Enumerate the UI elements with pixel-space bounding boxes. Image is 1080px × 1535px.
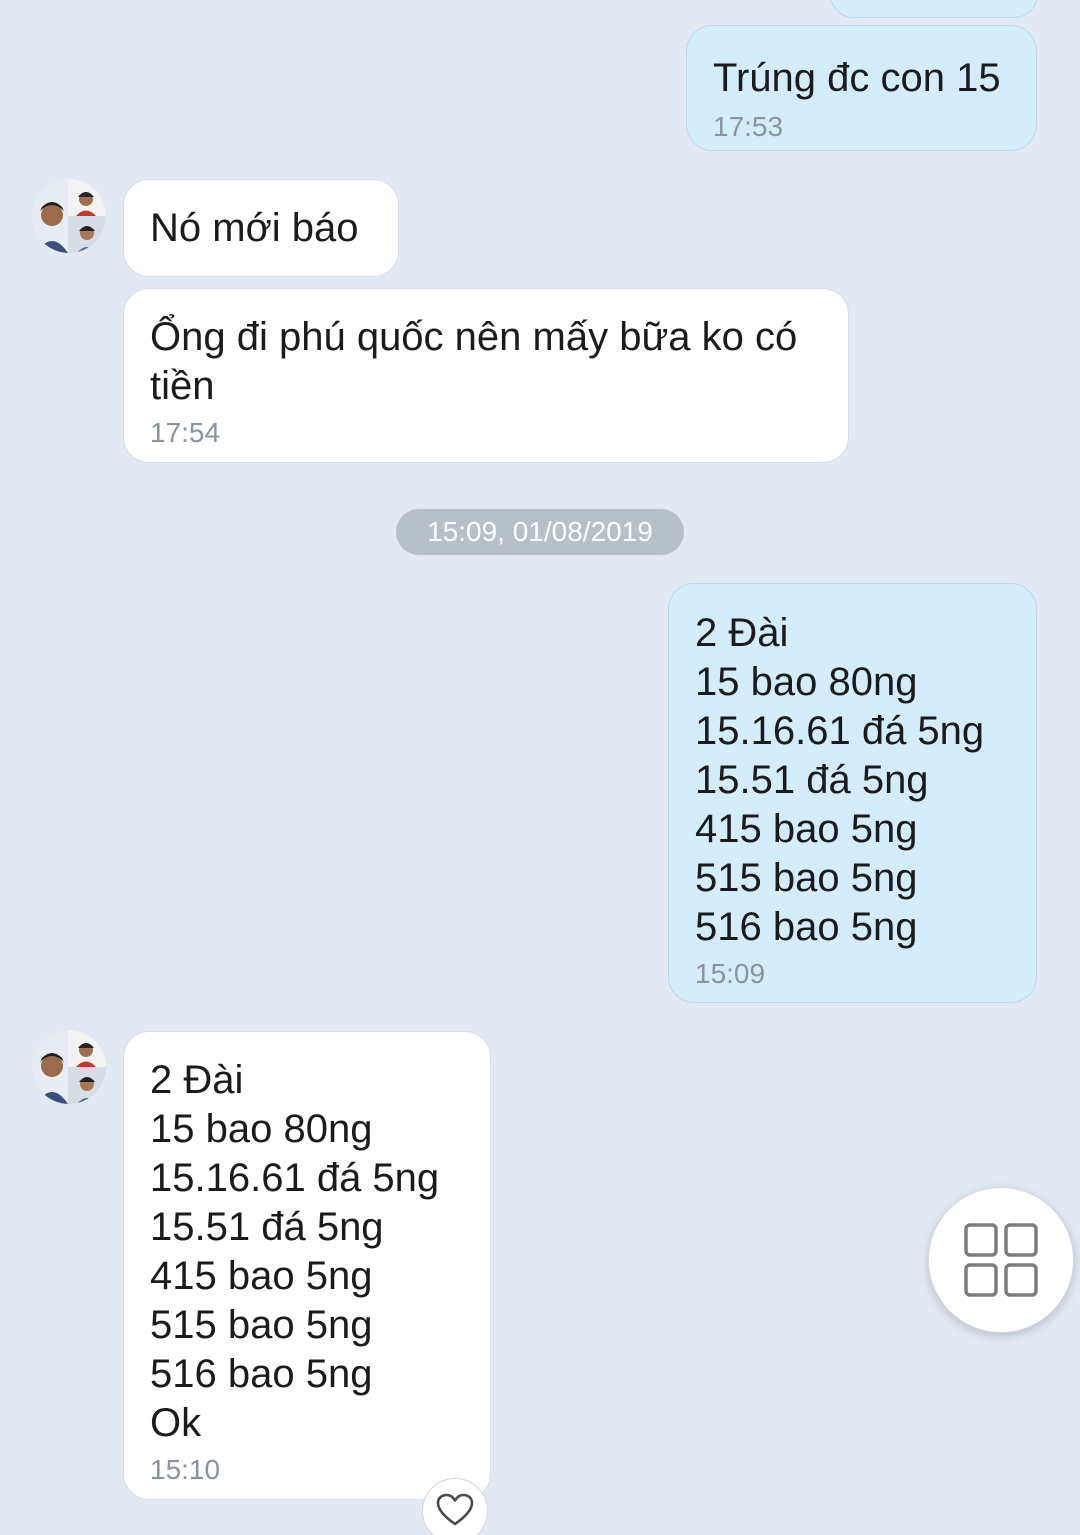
message-bubble-incoming[interactable]: Ổng đi phú quốc nên mấy bữa ko có tiền 1…: [123, 288, 849, 463]
grid-icon: [964, 1223, 1038, 1297]
message-time: 17:54: [150, 417, 221, 448]
message-bubble-outgoing[interactable]: 2 Đài 15 bao 80ng 15.16.61 đá 5ng 15.51 …: [668, 583, 1037, 1003]
quick-menu-button[interactable]: [928, 1187, 1074, 1333]
message-time: 15:09: [695, 958, 766, 989]
avatar-image: [32, 1030, 106, 1104]
avatar[interactable]: [32, 1030, 106, 1104]
message-time: 15:10: [150, 1454, 221, 1485]
message-bubble-partial[interactable]: [830, 0, 1038, 18]
chat-area[interactable]: Trúng đc con 15 17:53 Nó mới báo Ổng đi …: [0, 0, 1080, 1535]
avatar-image: [32, 179, 106, 253]
message-bubble-outgoing[interactable]: Trúng đc con 15 17:53: [686, 25, 1037, 151]
message-time: 17:53: [713, 111, 784, 142]
message-text: 2 Đài 15 bao 80ng 15.16.61 đá 5ng 15.51 …: [695, 611, 985, 949]
message-text: 2 Đài 15 bao 80ng 15.16.61 đá 5ng 15.51 …: [150, 1058, 440, 1445]
date-separator: 15:09, 01/08/2019: [396, 509, 684, 555]
react-button[interactable]: [422, 1478, 488, 1535]
heart-icon: [436, 1493, 474, 1526]
message-text: Ổng đi phú quốc nên mấy bữa ko có tiền: [150, 315, 798, 408]
avatar[interactable]: [32, 179, 106, 253]
message-text: Trúng đc con 15: [713, 56, 1001, 100]
message-bubble-incoming[interactable]: 2 Đài 15 bao 80ng 15.16.61 đá 5ng 15.51 …: [123, 1031, 491, 1500]
message-bubble-incoming[interactable]: Nó mới báo: [123, 179, 399, 277]
message-text: Nó mới báo: [150, 206, 359, 250]
